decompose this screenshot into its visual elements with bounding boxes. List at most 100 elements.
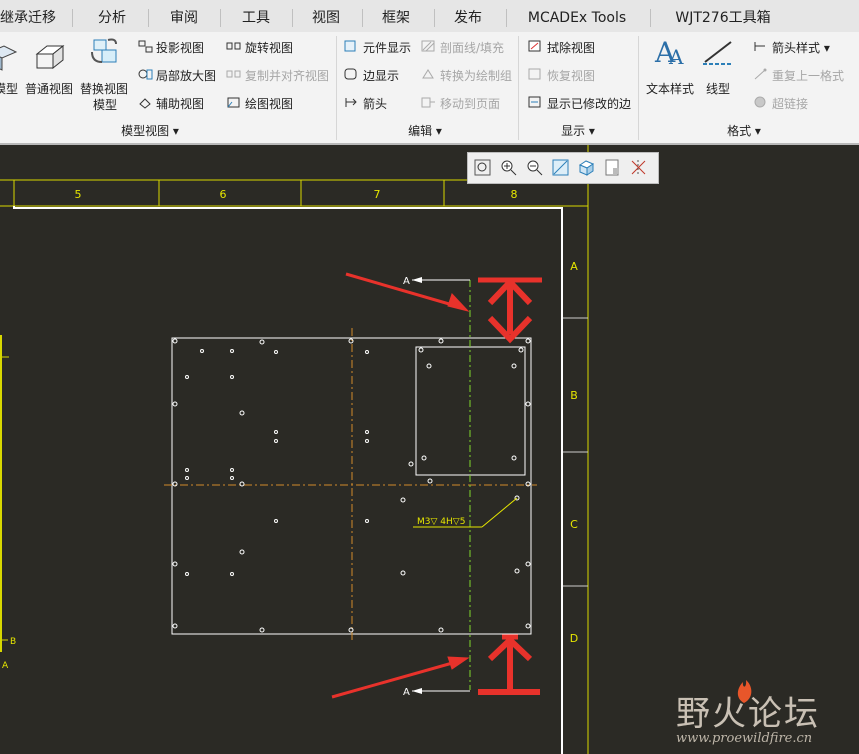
resume-view-icon xyxy=(528,68,541,80)
arrow-style-icon xyxy=(754,42,765,51)
red-pointer-arrowhead-top xyxy=(447,293,470,312)
zone-row-label: A xyxy=(570,260,578,273)
tab-divider xyxy=(72,9,73,27)
edge-display-icon xyxy=(344,68,357,80)
left-view-label: A xyxy=(2,661,9,671)
display-group-label[interactable]: 显示 ▾ xyxy=(548,122,608,139)
replace-view-sublabel: 模型 xyxy=(93,98,118,112)
red-pointer-arrowhead-bottom xyxy=(447,656,470,670)
ribbon-tab-bar: 继承迁移 分析 审阅 工具 视图 框架 发布 MCADEx Tools WJT2… xyxy=(0,0,859,33)
datum-display-icon[interactable] xyxy=(630,159,647,176)
arrow-button[interactable]: 箭头 xyxy=(363,95,387,112)
line-style-icon[interactable] xyxy=(701,38,735,68)
watermark-url: www.proewildfire.cn xyxy=(676,731,813,746)
refit-icon[interactable] xyxy=(474,159,491,176)
tab-publish[interactable]: 发布 xyxy=(438,6,498,30)
zone-column-label: 7 xyxy=(374,188,381,201)
hole-note[interactable]: M3▽ 4H▽5 xyxy=(417,517,465,527)
display-style-icon[interactable] xyxy=(578,159,595,176)
replace-view-icon[interactable] xyxy=(88,38,122,68)
arrow-icon xyxy=(345,98,357,107)
general-view-button[interactable]: 普通视图 xyxy=(25,80,73,97)
hatching-button[interactable]: 剖面线/填充 xyxy=(440,39,504,56)
tab-analysis[interactable]: 分析 xyxy=(82,6,142,30)
erase-view-button[interactable]: 拭除视图 xyxy=(547,39,595,56)
arrow-style-dropdown[interactable]: 箭头样式 ▾ xyxy=(772,39,830,56)
tab-divider xyxy=(650,9,651,27)
text-style-button[interactable]: 文本样式 xyxy=(646,80,694,97)
revolved-view-button[interactable]: 旋转视图 xyxy=(245,39,293,56)
tab-divider xyxy=(434,9,435,27)
projection-view-button[interactable]: 投影视图 xyxy=(156,39,204,56)
tab-frame[interactable]: 框架 xyxy=(366,6,426,30)
drawing-view-button[interactable]: 绘图视图 xyxy=(245,95,293,112)
model-button-label[interactable]: 模型 xyxy=(0,80,18,97)
hole-note-leader xyxy=(481,497,518,528)
zone-column-label: 6 xyxy=(220,188,227,201)
replace-view-button[interactable]: 替换视图 xyxy=(80,80,128,97)
group-divider xyxy=(336,36,337,140)
drawing-view-icon xyxy=(227,97,240,108)
tab-tools[interactable]: 工具 xyxy=(226,6,286,30)
group-divider xyxy=(638,36,639,140)
convert-draft-group-button[interactable]: 转换为绘制组 xyxy=(440,67,512,84)
projection-view-icon xyxy=(138,40,153,53)
repaint-icon[interactable] xyxy=(552,159,569,176)
zone-row-label: D xyxy=(570,632,578,645)
repeat-last-format-button[interactable]: 重复上一格式 xyxy=(772,67,844,84)
line-style-button[interactable]: 线型 xyxy=(706,80,730,97)
revolved-view-icon xyxy=(226,42,241,50)
graphics-toolbar xyxy=(467,152,659,184)
show-modified-edges-icon xyxy=(528,96,541,108)
tab-divider xyxy=(362,9,363,27)
left-view-label: B xyxy=(10,637,16,647)
zone-row-label: B xyxy=(570,389,578,402)
component-display-button[interactable]: 元件显示 xyxy=(363,39,411,56)
tab-view[interactable]: 视图 xyxy=(296,6,356,30)
copy-align-view-icon xyxy=(226,70,241,78)
zone-column-label: 5 xyxy=(75,188,82,201)
erase-view-icon xyxy=(528,40,541,52)
edit-group-label[interactable]: 编辑 ▾ xyxy=(390,122,460,139)
tab-wjt276-toolbox[interactable]: WJT276工具箱 xyxy=(658,6,788,30)
convert-draft-group-icon xyxy=(422,69,434,79)
sheet-icon[interactable] xyxy=(604,159,621,176)
tab-divider xyxy=(506,9,507,27)
format-group-label[interactable]: 格式 ▾ xyxy=(714,122,774,139)
forum-watermark: 野火论坛 www.proewildfire.cn xyxy=(673,680,853,746)
tab-mcadex-tools[interactable]: MCADEx Tools xyxy=(512,6,642,30)
text-style-icon[interactable]: A A xyxy=(653,36,687,66)
resume-view-button[interactable]: 恢复视图 xyxy=(547,67,595,84)
model-view-group-label[interactable]: 模型视图 ▾ xyxy=(100,122,200,139)
hatching-icon xyxy=(421,40,435,52)
ribbon-panel: 模型 普通视图 替换视图 模型 投影视图 局部放大图 辅助视图 旋转视图 复制并… xyxy=(0,32,859,145)
svg-text:A: A xyxy=(668,45,684,66)
tab-review[interactable]: 审阅 xyxy=(154,6,214,30)
section-label-bottom: A xyxy=(403,687,410,698)
tab-inherit-migration[interactable]: 继承迁移 xyxy=(0,6,60,30)
zoom-out-icon[interactable] xyxy=(526,159,543,176)
general-view-icon[interactable] xyxy=(33,42,67,72)
hyperlink-icon xyxy=(754,96,766,108)
zone-row-label: C xyxy=(570,518,578,531)
zoom-in-icon[interactable] xyxy=(500,159,517,176)
tab-divider xyxy=(220,9,221,27)
drawing-sheet[interactable]: 5 6 7 8 A B C D B A A A M3▽ 4H▽5 xyxy=(0,145,859,754)
component-display-icon xyxy=(344,40,356,52)
section-arrowhead-top xyxy=(412,277,422,283)
model-icon[interactable] xyxy=(0,42,20,72)
show-modified-edges-button[interactable]: 显示已修改的边 xyxy=(547,95,631,112)
flame-icon xyxy=(737,680,752,703)
group-divider xyxy=(518,36,519,140)
move-to-sheet-button[interactable]: 移动到页面 xyxy=(440,95,500,112)
copy-align-view-button[interactable]: 复制并对齐视图 xyxy=(245,67,329,84)
edge-display-button[interactable]: 边显示 xyxy=(363,67,399,84)
hyperlink-button[interactable]: 超链接 xyxy=(772,95,808,112)
detailed-view-icon xyxy=(138,69,153,80)
repeat-last-format-icon xyxy=(754,68,767,80)
auxiliary-view-icon xyxy=(139,98,151,109)
auxiliary-view-button[interactable]: 辅助视图 xyxy=(156,95,204,112)
tab-divider xyxy=(148,9,149,27)
tab-divider xyxy=(292,9,293,27)
detailed-view-button[interactable]: 局部放大图 xyxy=(156,67,216,84)
